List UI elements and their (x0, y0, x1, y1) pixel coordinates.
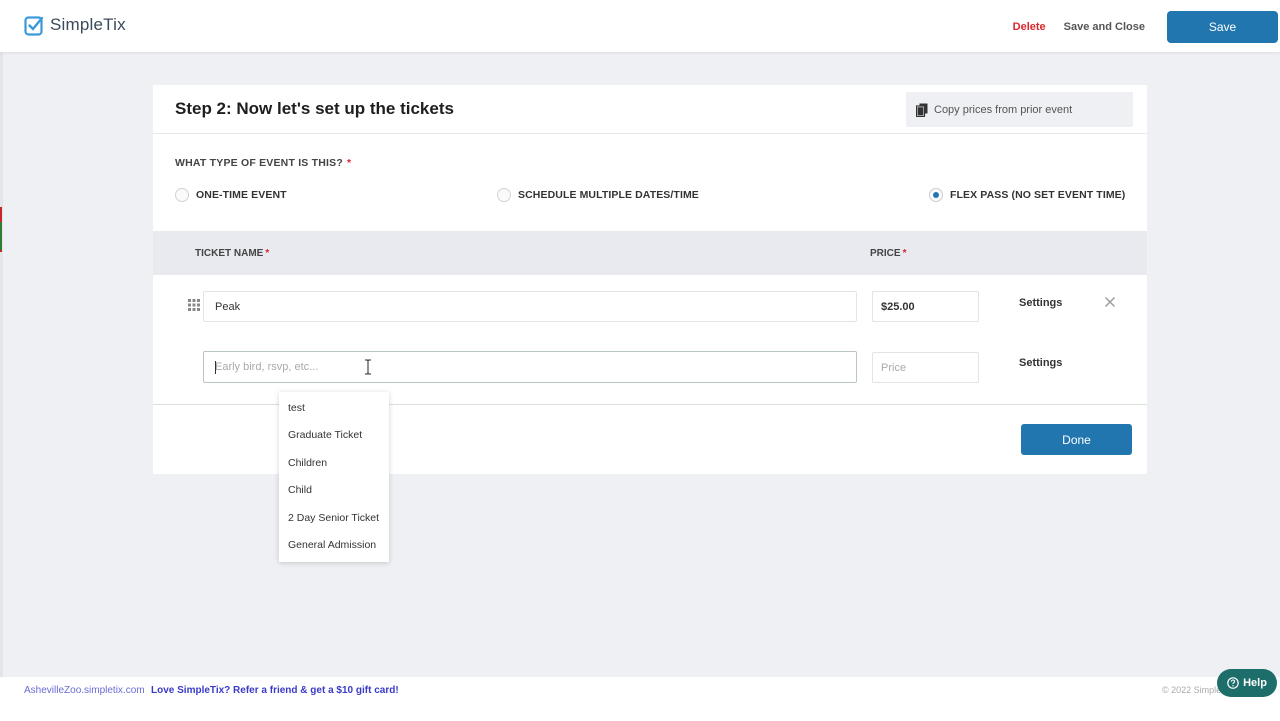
edge-marker-green (0, 222, 2, 250)
footer: AshevilleZoo.simpletix.com Love SimpleTi… (0, 677, 1280, 721)
radio-button-selected[interactable] (929, 188, 943, 202)
copy-prices-button[interactable]: Copy prices from prior event (906, 92, 1133, 127)
help-label: Help (1243, 677, 1267, 689)
ticket-price-input[interactable]: $25.00 (872, 291, 979, 322)
footer-referral-link[interactable]: Love SimpleTix? Refer a friend & get a $… (151, 685, 399, 696)
ticket-name-suggestions: test Graduate Ticket Children Child 2 Da… (279, 392, 389, 562)
radio-label: FLEX PASS (NO SET EVENT TIME) (950, 189, 1126, 201)
text-cursor-icon (365, 359, 371, 375)
radio-flex-pass[interactable]: FLEX PASS (NO SET EVENT TIME) (929, 188, 1125, 202)
radio-label: SCHEDULE MULTIPLE DATES/TIME (518, 189, 699, 201)
left-edge-strip (0, 52, 3, 677)
column-header-ticket-name: TICKET NAME * (195, 248, 269, 259)
radio-button[interactable] (175, 188, 189, 202)
required-star: * (902, 248, 907, 259)
ticket-settings-link[interactable]: Settings (1019, 297, 1062, 309)
done-button[interactable]: Done (1021, 424, 1132, 455)
radio-button[interactable] (497, 188, 511, 202)
event-type-question-text: WHAT TYPE OF EVENT IS THIS? (175, 157, 343, 169)
new-ticket-name-placeholder: Early bird, rsvp, etc... (215, 361, 319, 373)
event-type-question: WHAT TYPE OF EVENT IS THIS? * (175, 157, 351, 169)
radio-one-time-event[interactable]: ONE-TIME EVENT (175, 188, 287, 202)
radio-schedule-multiple[interactable]: SCHEDULE MULTIPLE DATES/TIME (497, 188, 699, 202)
column-header-price: PRICE * (870, 248, 906, 259)
drag-handle-icon[interactable] (188, 299, 200, 311)
copy-prices-label: Copy prices from prior event (934, 103, 1073, 116)
copy-icon (916, 103, 928, 117)
ticket-name-input[interactable]: Peak (203, 291, 857, 322)
ticket-name-value: Peak (215, 300, 241, 313)
help-button[interactable]: Help (1217, 669, 1277, 697)
app-name: SimpleTix (50, 15, 126, 34)
suggestion-item[interactable]: Child (279, 477, 389, 505)
top-bar: SimpleTix Delete Save and Close Save (0, 0, 1280, 52)
event-type-section: WHAT TYPE OF EVENT IS THIS? * ONE-TIME EV… (153, 134, 1147, 231)
suggestion-item[interactable]: Graduate Ticket (279, 422, 389, 450)
suggestion-item[interactable]: test (279, 394, 389, 422)
required-star: * (346, 157, 352, 169)
suggestion-item[interactable]: Children (279, 449, 389, 477)
delete-button[interactable]: Delete (1013, 21, 1046, 33)
ticket-name-header-text: TICKET NAME (195, 248, 264, 259)
footer-domain-link[interactable]: AshevilleZoo.simpletix.com (24, 685, 145, 696)
ticket-table-header: TICKET NAME * PRICE * (153, 231, 1147, 275)
radio-label: ONE-TIME EVENT (196, 189, 287, 201)
suggestion-item[interactable]: 2 Day Senior Ticket (279, 504, 389, 532)
new-ticket-name-input[interactable]: Early bird, rsvp, etc... (203, 351, 857, 383)
price-header-text: PRICE (870, 248, 901, 259)
new-ticket-price-placeholder: Price (881, 361, 907, 374)
save-button[interactable]: Save (1167, 11, 1278, 43)
text-caret (215, 361, 216, 374)
required-star: * (265, 248, 270, 259)
new-ticket-settings-link[interactable]: Settings (1019, 357, 1062, 369)
new-ticket-price-input[interactable]: Price (872, 352, 979, 383)
top-actions: Delete Save and Close Save (1013, 11, 1278, 43)
checkbox-logo-icon (24, 16, 44, 36)
remove-ticket-icon[interactable] (1104, 296, 1116, 308)
ticket-price-value: $25.00 (881, 300, 915, 313)
save-and-close-button[interactable]: Save and Close (1064, 21, 1145, 33)
question-circle-icon (1227, 677, 1239, 689)
logo[interactable]: SimpleTix (24, 14, 126, 36)
page-title: Step 2: Now let's set up the tickets (175, 99, 454, 118)
card-header: Step 2: Now let's set up the tickets Cop… (153, 85, 1147, 134)
suggestion-item[interactable]: General Admission (279, 532, 389, 560)
